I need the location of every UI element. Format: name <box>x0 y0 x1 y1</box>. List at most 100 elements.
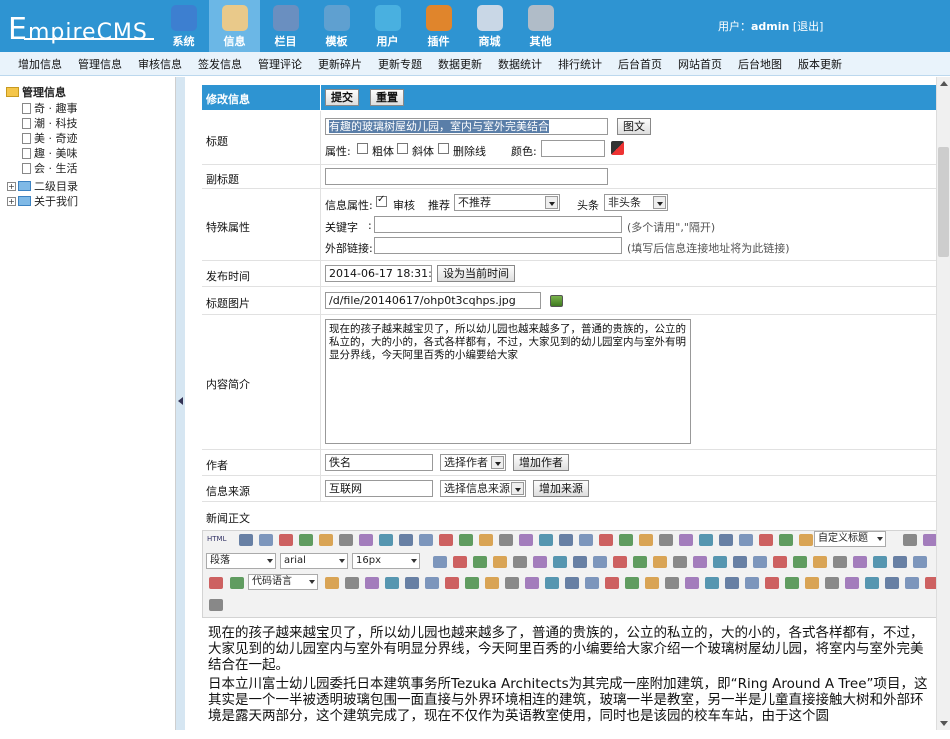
add-author-button[interactable]: 增加作者 <box>513 454 569 471</box>
toolbar-tool-icon[interactable] <box>485 577 499 589</box>
tree-item[interactable]: 美 · 奇迹 <box>22 130 78 146</box>
toolbar-tool-icon[interactable] <box>885 577 899 589</box>
sidebar-collapse-handle[interactable] <box>176 77 185 730</box>
color-picker-icon[interactable] <box>611 141 624 155</box>
toolbar-tool-icon[interactable] <box>553 556 567 568</box>
toolbar-tool-icon[interactable] <box>773 556 787 568</box>
toolbar-tool-icon[interactable] <box>785 577 799 589</box>
toolbar-tool-icon[interactable] <box>845 577 859 589</box>
headline-select[interactable]: 非头条 <box>604 194 668 211</box>
tree-root[interactable]: 管理信息 <box>6 84 66 100</box>
toolbar-tool-icon[interactable] <box>923 534 937 546</box>
toolbar-tool-icon[interactable] <box>425 577 439 589</box>
nav-item-globe[interactable]: 系统 <box>158 0 209 52</box>
toolbar-tool-icon[interactable] <box>539 534 553 546</box>
title-image-input[interactable]: /d/file/20140617/ohp0t3cqhps.jpg <box>325 292 541 309</box>
toolbar-tool-icon[interactable] <box>209 577 223 589</box>
toolbar-tool-icon[interactable] <box>813 556 827 568</box>
submenu-item[interactable]: 更新专题 <box>378 56 422 72</box>
reset-button[interactable]: 重置 <box>370 89 404 106</box>
scroll-thumb[interactable] <box>938 147 949 257</box>
recommend-select[interactable]: 不推荐 <box>454 194 560 211</box>
toolbar-tool-icon[interactable] <box>645 577 659 589</box>
submenu-item[interactable]: 签发信息 <box>198 56 242 72</box>
toolbar-tool-icon[interactable] <box>639 534 653 546</box>
expand-icon[interactable]: + <box>7 196 16 206</box>
submenu-item[interactable]: 数据更新 <box>438 56 482 72</box>
logout-link[interactable]: [退出] <box>793 20 824 33</box>
toolbar-tool-icon[interactable] <box>699 534 713 546</box>
set-current-time-button[interactable]: 设为当前时间 <box>437 265 515 282</box>
toolbar-tool-icon[interactable] <box>759 534 773 546</box>
toolbar-tool-icon[interactable] <box>345 577 359 589</box>
toolbar-tool-icon[interactable] <box>825 577 839 589</box>
summary-textarea[interactable]: 现在的孩子越来越宝贝了，所以幼儿园也越来越多了，普通的贵族的，公立的私立的，大的… <box>325 319 691 444</box>
toolbar-tool-icon[interactable] <box>259 534 273 546</box>
toolbar-tool-icon[interactable] <box>753 556 767 568</box>
color-input[interactable] <box>541 140 605 157</box>
toolbar-tool-icon[interactable] <box>565 577 579 589</box>
toolbar-tool-icon[interactable] <box>745 577 759 589</box>
toolbar-tool-icon[interactable] <box>439 534 453 546</box>
toolbar-tool-icon[interactable] <box>913 556 927 568</box>
toolbar-tool-icon[interactable] <box>299 534 313 546</box>
external-link-input[interactable] <box>374 237 622 254</box>
toolbar-tool-icon[interactable] <box>719 534 733 546</box>
toolbar-tool-icon[interactable] <box>613 556 627 568</box>
toolbar-tool-icon[interactable] <box>653 556 667 568</box>
nav-item-document-edit[interactable]: 信息 <box>209 0 260 52</box>
toolbar-tool-icon[interactable] <box>633 556 647 568</box>
toolbar-tool-icon[interactable] <box>513 556 527 568</box>
toolbar-tool-icon[interactable] <box>593 556 607 568</box>
author-select[interactable]: 选择作者 <box>440 454 506 471</box>
nav-item-folder[interactable]: 栏目 <box>260 0 311 52</box>
toolbar-tool-icon[interactable] <box>359 534 373 546</box>
toolbar-tool-icon[interactable] <box>573 556 587 568</box>
nav-item-user[interactable]: 用户 <box>362 0 413 52</box>
submenu-item[interactable]: 增加信息 <box>18 56 62 72</box>
font-family-select[interactable]: arial <box>280 553 348 569</box>
toolbar-tool-icon[interactable] <box>693 556 707 568</box>
submenu-item[interactable]: 更新碎片 <box>318 56 362 72</box>
toolbar-tool-icon[interactable] <box>665 577 679 589</box>
toolbar-tool-icon[interactable] <box>579 534 593 546</box>
submenu-item[interactable]: 数据统计 <box>498 56 542 72</box>
publish-time-input[interactable]: 2014-06-17 18:31:04 <box>325 265 432 282</box>
custom-title-select[interactable]: 自定义标题 <box>814 531 886 547</box>
audit-checkbox[interactable] <box>376 194 387 207</box>
submenu-item[interactable]: 审核信息 <box>138 56 182 72</box>
submenu-item[interactable]: 管理评论 <box>258 56 302 72</box>
toolbar-tool-icon[interactable] <box>519 534 533 546</box>
toolbar-tool-icon[interactable] <box>465 577 479 589</box>
toolbar-tool-icon[interactable] <box>339 534 353 546</box>
toolbar-tool-icon[interactable] <box>685 577 699 589</box>
toolbar-tool-icon[interactable] <box>325 577 339 589</box>
toolbar-tool-icon[interactable] <box>805 577 819 589</box>
toolbar-tool-icon[interactable] <box>453 556 467 568</box>
nav-item-card[interactable]: 商城 <box>464 0 515 52</box>
toolbar-tool-icon[interactable] <box>399 534 413 546</box>
link-tool-icon[interactable] <box>209 599 223 611</box>
nav-item-template-window[interactable]: 模板 <box>311 0 362 52</box>
submenu-item[interactable]: 网站首页 <box>678 56 722 72</box>
image-upload-icon[interactable] <box>550 295 563 307</box>
toolbar-tool-icon[interactable] <box>585 577 599 589</box>
empirecms-logo[interactable]: EmpireCMS <box>8 6 158 47</box>
toolbar-tool-icon[interactable] <box>799 534 813 546</box>
tree-folder[interactable]: + 二级目录 <box>7 178 78 194</box>
add-source-button[interactable]: 增加来源 <box>533 480 589 497</box>
toolbar-tool-icon[interactable] <box>459 534 473 546</box>
source-input[interactable]: 互联网 <box>325 480 433 497</box>
toolbar-tool-icon[interactable] <box>493 556 507 568</box>
code-language-select[interactable]: 代码语言 <box>248 574 318 590</box>
submenu-item[interactable]: 排行统计 <box>558 56 602 72</box>
toolbar-tool-icon[interactable] <box>473 556 487 568</box>
toolbar-tool-icon[interactable] <box>365 577 379 589</box>
toolbar-tool-icon[interactable] <box>625 577 639 589</box>
submenu-item[interactable]: 管理信息 <box>78 56 122 72</box>
toolbar-tool-icon[interactable] <box>873 556 887 568</box>
toolbar-tool-icon[interactable] <box>433 556 447 568</box>
author-input[interactable]: 佚名 <box>325 454 433 471</box>
scroll-up-arrow-icon[interactable] <box>940 81 948 86</box>
toolbar-tool-icon[interactable] <box>853 556 867 568</box>
